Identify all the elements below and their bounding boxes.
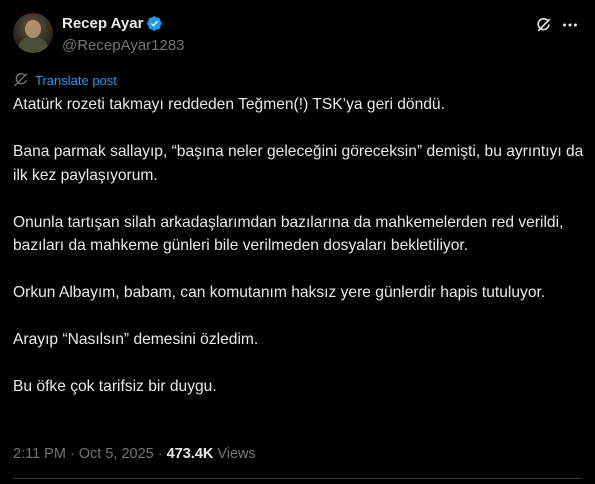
meta-separator: · [157, 446, 163, 462]
translate-icon [13, 72, 29, 88]
post-paragraph: Bana parmak sallayıp, “başına neler gele… [13, 143, 584, 184]
author-handle[interactable]: @RecepAyar1283 [62, 37, 185, 54]
views-label: Views [217, 446, 256, 462]
verified-badge-icon [146, 15, 163, 32]
post-paragraph: Orkun Albayım, babam, can komutanım haks… [13, 284, 546, 301]
more-options-icon[interactable] [561, 16, 579, 34]
post-paragraph: Onunla tartışan silah arkadaşlarımdan ba… [13, 213, 564, 255]
translate-post-link[interactable]: Translate post [13, 72, 117, 88]
post: Recep Ayar @RecepAyar1283 Translate post… [0, 0, 595, 484]
divider [13, 478, 582, 479]
views-count: 473.4K [166, 446, 214, 462]
avatar-face-shape [25, 20, 41, 38]
meta-separator: · [69, 446, 75, 462]
author-name-row: Recep Ayar [62, 15, 163, 32]
post-paragraph: Arayıp “Nasılsın” demesini özledim. [13, 331, 259, 348]
post-metadata: 2:11 PM · Oct 5, 2025 · 473.4K Views [13, 446, 256, 462]
post-time[interactable]: 2:11 PM [13, 446, 66, 462]
post-paragraph: Bu öfke çok tarifsiz bir duygu. [13, 378, 217, 395]
post-paragraph: Atatürk rozeti takmayı reddeden Teğmen(!… [13, 96, 445, 113]
translate-post-label[interactable]: Translate post [35, 73, 117, 88]
post-date[interactable]: Oct 5, 2025 [79, 446, 154, 462]
grok-icon[interactable] [535, 16, 553, 34]
post-text: Atatürk rozeti takmayı reddeden Teğmen(!… [13, 93, 588, 399]
avatar-body-shape [18, 37, 48, 53]
author-name[interactable]: Recep Ayar [62, 15, 143, 32]
avatar[interactable] [13, 13, 53, 53]
